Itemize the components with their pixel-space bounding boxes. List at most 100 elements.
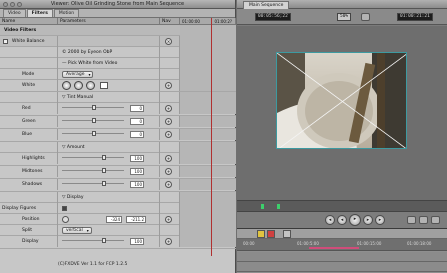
display-figures-checkbox[interactable] — [62, 206, 67, 211]
column-nav[interactable]: Nav — [160, 18, 180, 24]
mode-popup[interactable]: Average — [62, 71, 94, 78]
split-label: Split — [0, 225, 58, 236]
rewind-icon[interactable]: ◂ — [325, 215, 335, 225]
step-forward-icon[interactable]: ▸ — [363, 215, 373, 225]
ruler-tick: 00:00 — [243, 241, 255, 246]
param-highlights: Highlights 100 + — [0, 153, 236, 166]
reset-button[interactable]: × — [165, 38, 172, 45]
minimize-button[interactable] — [10, 2, 15, 7]
slider-thumb[interactable] — [102, 181, 106, 186]
slider-thumb[interactable] — [92, 118, 96, 123]
column-parameters[interactable]: Parameters — [58, 18, 160, 24]
highlights-label: Highlights — [0, 153, 58, 164]
highlights-slider[interactable] — [62, 155, 124, 160]
video-frame[interactable] — [276, 52, 407, 149]
ruler-tick: 01:00:5:00 — [297, 241, 319, 246]
timeline-panel: 00:00 01:00:5:00 01:00:15:00 01:00:18:00 — [237, 228, 447, 273]
param-green: Green 0 + — [0, 116, 236, 129]
column-name[interactable]: Name — [0, 18, 58, 24]
keyframe-button[interactable]: + — [165, 238, 172, 245]
enable-checkbox[interactable] — [3, 39, 8, 44]
color-picker-icon[interactable] — [86, 81, 95, 90]
marker-icon[interactable] — [431, 216, 440, 224]
in-out-range[interactable] — [309, 247, 359, 249]
tab-motion[interactable]: Motion — [53, 9, 80, 17]
tab-main-sequence[interactable]: Main Sequence — [243, 1, 290, 9]
blue-slider[interactable] — [62, 131, 124, 136]
play-icon[interactable]: ▸ — [349, 214, 361, 226]
step-back-icon[interactable]: ◂ — [337, 215, 347, 225]
white-swatch[interactable] — [100, 82, 108, 89]
canvas-video-area[interactable] — [237, 26, 447, 200]
keyframe-playhead[interactable] — [211, 18, 212, 256]
render-icon[interactable] — [283, 230, 291, 238]
blue-value[interactable]: 0 — [130, 131, 144, 138]
zoom-button[interactable] — [17, 2, 22, 7]
timeline-track-v1[interactable] — [237, 252, 447, 262]
time-end: 01:00:2? — [214, 19, 232, 24]
split-popup[interactable]: vertical — [62, 227, 92, 234]
section-amount[interactable]: ▽ Amount — [0, 142, 236, 153]
linking-icon[interactable] — [267, 230, 275, 238]
slider-thumb[interactable] — [102, 238, 106, 243]
slider-thumb[interactable] — [102, 168, 106, 173]
section-display[interactable]: ▽ Display — [0, 192, 236, 203]
zoom-popup[interactable]: 50% — [337, 13, 352, 21]
keyframe-button[interactable]: + — [165, 155, 172, 162]
midtones-slider[interactable] — [62, 168, 124, 173]
display-value[interactable]: 100 — [130, 238, 144, 245]
red-slider[interactable] — [62, 105, 124, 110]
mark-in-icon[interactable] — [407, 216, 416, 224]
param-blue: Blue 0 + — [0, 129, 236, 142]
snapping-icon[interactable] — [257, 230, 265, 238]
viewer-titlebar[interactable]: Viewer: Olive Oil Grinding Stone from Ma… — [0, 0, 235, 9]
close-button[interactable] — [3, 2, 8, 7]
slider-thumb[interactable] — [102, 155, 106, 160]
crosshair-icon[interactable] — [62, 216, 69, 223]
ruler-tick: 01:00:15:00 — [357, 241, 382, 246]
keyframe-button[interactable]: + — [165, 105, 172, 112]
timeline-ruler[interactable]: 00:00 01:00:5:00 01:00:15:00 01:00:18:00 — [237, 239, 447, 251]
keyframe-button[interactable]: + — [165, 118, 172, 125]
midtones-value[interactable]: 100 — [130, 168, 144, 175]
shadows-value[interactable]: 100 — [130, 181, 144, 188]
view-popup-button[interactable] — [361, 13, 370, 21]
section-video-filters[interactable]: Video Filters — [0, 25, 236, 36]
color-wheel-icon[interactable] — [74, 81, 83, 90]
canvas-titlebar[interactable]: Main Sequence — [237, 0, 447, 9]
keyframe-button[interactable]: + — [165, 82, 172, 89]
fast-forward-icon[interactable]: ▸ — [375, 215, 385, 225]
highlights-value[interactable]: 100 — [130, 155, 144, 162]
scrubber-bar[interactable] — [237, 200, 447, 212]
green-label: Green — [0, 116, 58, 127]
playhead-marker[interactable] — [261, 204, 264, 209]
timeline-track-a1[interactable] — [237, 262, 447, 272]
eyedropper-icon[interactable] — [62, 81, 71, 90]
list-item: © 2000 by Eyeon ObP — [0, 47, 236, 58]
tab-video[interactable]: Video — [3, 9, 26, 17]
timecode-current[interactable]: 01:00:21:21 — [397, 13, 433, 21]
filter-white-balance[interactable]: White Balance × — [0, 36, 236, 47]
section-tint[interactable]: ▽ Tint Manual — [0, 92, 236, 103]
display-slider[interactable] — [62, 238, 124, 243]
keyframe-button[interactable]: + — [165, 168, 172, 175]
green-value[interactable]: 0 — [130, 118, 144, 125]
shadows-slider[interactable] — [62, 181, 124, 186]
slider-thumb[interactable] — [92, 131, 96, 136]
position-y[interactable]: -211.2 — [126, 216, 146, 223]
position-label: Position — [0, 214, 58, 225]
keyframe-button[interactable]: + — [165, 181, 172, 188]
mark-out-icon[interactable] — [419, 216, 428, 224]
blue-label: Blue — [0, 129, 58, 140]
red-value[interactable]: 0 — [130, 105, 144, 112]
position-x[interactable]: -324 — [106, 216, 122, 223]
timecode-duration[interactable]: 00:05:56;22 — [255, 13, 291, 21]
keyframe-button[interactable]: + — [165, 131, 172, 138]
in-point-marker[interactable] — [277, 204, 280, 209]
tab-filters[interactable]: Filters — [26, 9, 53, 17]
green-slider[interactable] — [62, 118, 124, 123]
ruler-tick: 01:00:18:00 — [407, 241, 432, 246]
display-figures-label: Display Figures — [0, 203, 58, 214]
keyframe-button[interactable]: + — [165, 216, 172, 223]
slider-thumb[interactable] — [92, 105, 96, 110]
